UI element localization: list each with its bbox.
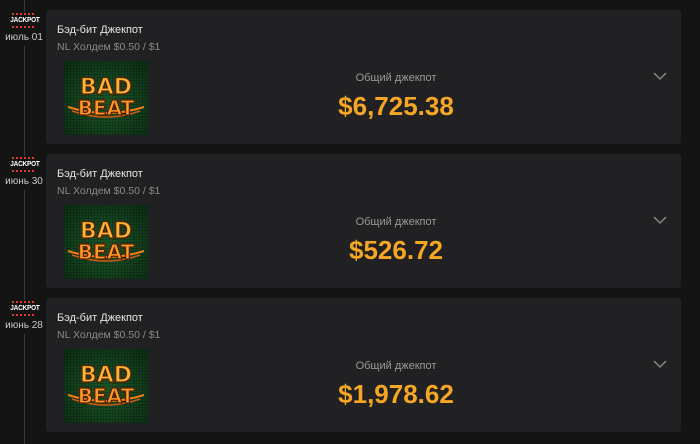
game-limits: NL Холдем $0.50 / $1	[57, 329, 161, 341]
entry-date: июль 01	[5, 32, 43, 43]
svg-text:BEAT: BEAT	[78, 240, 135, 264]
bad-beat-thumbnail: BAD BEAT	[64, 61, 148, 135]
jackpot-title: Бэд-бит Джекпот	[57, 168, 143, 180]
jackpot-badge: JACKPOT июнь 30	[2, 156, 46, 190]
game-limits: NL Холдем $0.50 / $1	[57, 41, 161, 53]
jackpot-label: Общий джекпот	[355, 216, 437, 228]
jackpot-title: Бэд-бит Джекпот	[57, 24, 143, 36]
jackpot-card[interactable]: Бэд-бит Джекпот NL Холдем $0.50 / $1 BAD…	[46, 154, 681, 288]
jackpot-card[interactable]: Бэд-бит Джекпот NL Холдем $0.50 / $1 BAD…	[46, 298, 681, 432]
jackpot-logo-icon: JACKPOT	[9, 12, 40, 30]
svg-text:BEAT: BEAT	[78, 384, 135, 408]
jackpot-badge: JACKPOT июль 01	[2, 12, 46, 46]
jackpot-badge: JACKPOT июнь 28	[2, 300, 46, 334]
jackpot-card[interactable]: Бэд-бит Джекпот NL Холдем $0.50 / $1 BAD…	[46, 10, 681, 144]
game-limits: NL Холдем $0.50 / $1	[57, 185, 161, 197]
entry-date: июнь 30	[5, 176, 43, 187]
jackpot-title: Бэд-бит Джекпот	[57, 312, 143, 324]
jackpot-label: Общий джекпот	[355, 72, 437, 84]
chevron-down-icon[interactable]	[652, 214, 668, 226]
jackpot-entry: JACKPOT июнь 28 Бэд-бит Джекпот NL Холде…	[0, 288, 700, 432]
chevron-down-icon[interactable]	[652, 358, 668, 370]
jackpot-logo-icon: JACKPOT	[9, 156, 40, 174]
jackpot-label: Общий джекпот	[355, 360, 437, 372]
bad-beat-thumbnail: BAD BEAT	[64, 349, 148, 423]
jackpot-amount: $6,725.38	[338, 91, 454, 121]
bad-beat-thumbnail: BAD BEAT	[64, 205, 148, 279]
jackpot-logo-icon: JACKPOT	[9, 300, 40, 318]
jackpot-amount: $1,978.62	[338, 379, 454, 409]
jackpot-amount: $526.72	[349, 235, 443, 265]
jackpot-entry: JACKPOT июнь 30 Бэд-бит Джекпот NL Холде…	[0, 144, 700, 288]
jackpot-entry: JACKPOT июль 01 Бэд-бит Джекпот NL Холде…	[0, 0, 700, 144]
chevron-down-icon[interactable]	[652, 70, 668, 82]
entry-date: июнь 28	[5, 320, 43, 331]
svg-text:BEAT: BEAT	[78, 96, 135, 120]
